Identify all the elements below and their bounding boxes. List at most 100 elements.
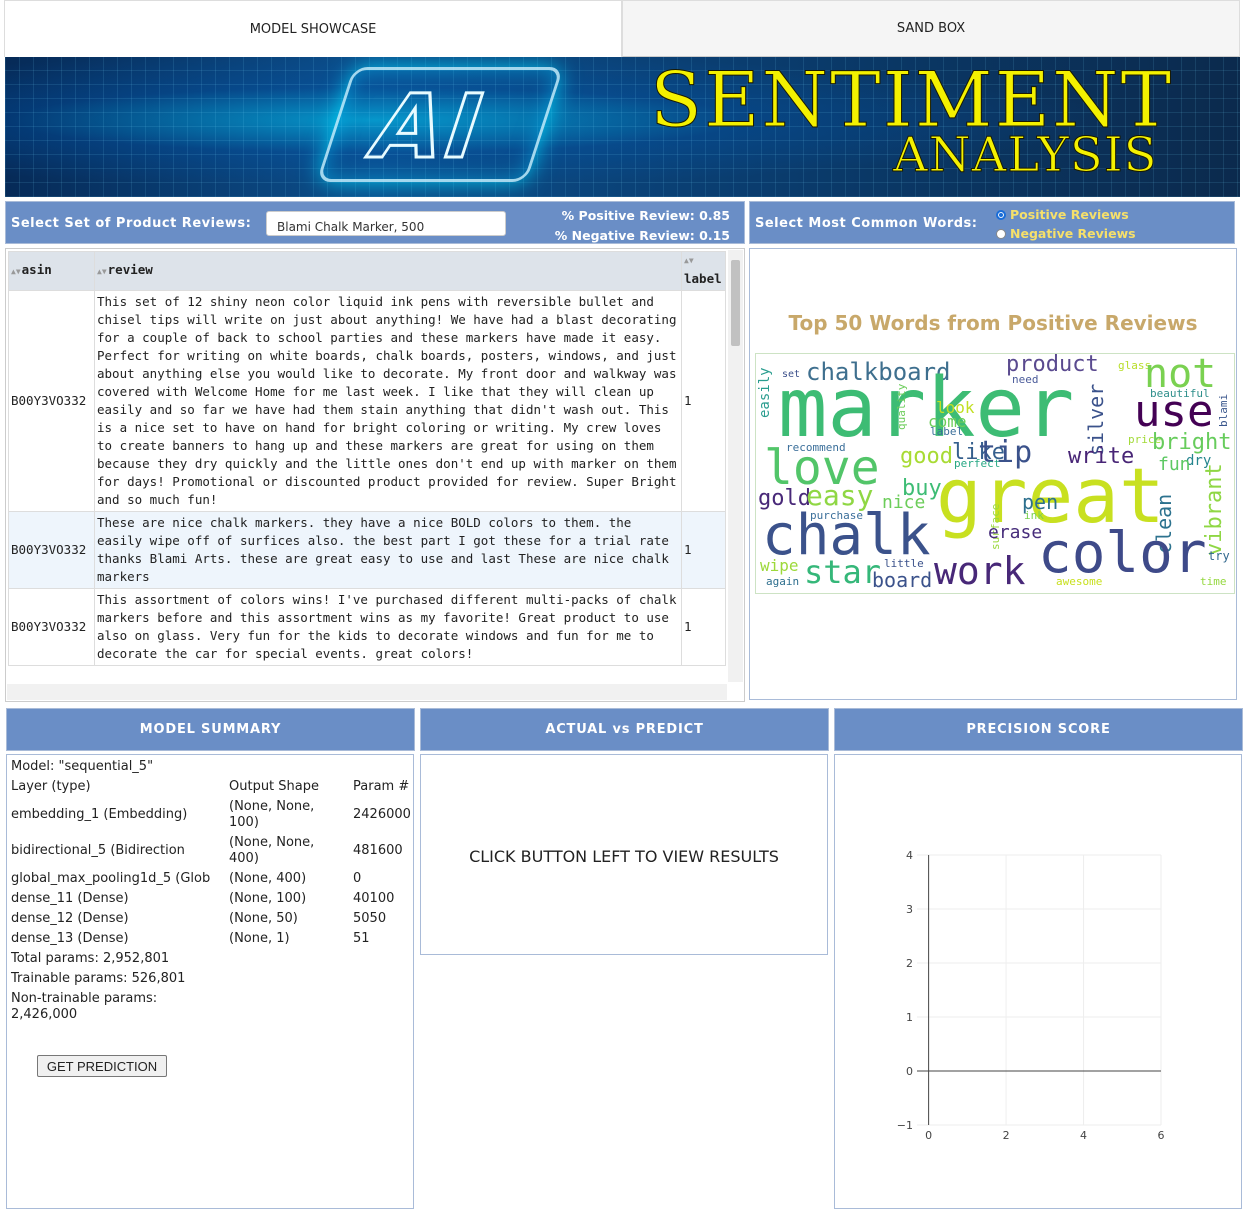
trainable-params: Trainable params: 526,801 [11, 971, 186, 986]
actual-vs-predict-panel: CLICK BUTTON LEFT TO VIEW RESULTS [420, 754, 828, 955]
words-control-bar: Select Most Common Words: Positive Revie… [749, 201, 1235, 244]
results-placeholder-message: CLICK BUTTON LEFT TO VIEW RESULTS [469, 847, 779, 866]
wordcloud-word: quality [895, 383, 908, 431]
wordcloud-word: board [872, 568, 933, 592]
cell-review: This set of 12 shiny neon color liquid i… [94, 290, 682, 512]
radio-positive-reviews[interactable]: Positive Reviews [996, 207, 1129, 222]
wordcloud-word: beautiful [1150, 387, 1210, 400]
layer-params: 40100 [353, 891, 395, 906]
reviews-dropdown[interactable]: Blami Chalk Marker, 500 [266, 211, 506, 236]
tab-sand-box[interactable]: SAND BOX [622, 0, 1240, 57]
model-summary-panel: Model: "sequential_5" Layer (type) Outpu… [6, 754, 414, 1209]
cell-review: This assortment of colors wins! I've pur… [94, 588, 682, 666]
wordcloud-word: try [1208, 549, 1230, 563]
wordcloud-word: time [1200, 575, 1227, 588]
wordcloud-title: Top 50 Words from Positive Reviews [788, 311, 1198, 335]
model-summary-header: MODEL SUMMARY [6, 708, 415, 751]
reviews-control-bar: Select Set of Product Reviews: Blami Cha… [5, 201, 745, 244]
positive-review-pct: % Positive Review: 0.85 [561, 208, 730, 223]
layer-name: global_max_pooling1d_5 (Glob [11, 871, 211, 886]
sort-icon: ▲▼ [11, 267, 21, 276]
column-header-label[interactable]: ▲▼ label [681, 251, 726, 291]
layer-shape: (None, 50) [229, 911, 298, 926]
tab-model-showcase[interactable]: MODEL SHOWCASE [4, 0, 622, 57]
cell-label: 1 [681, 588, 726, 666]
wordcloud-word: color [1038, 521, 1207, 586]
precision-plot[interactable]: −1 0 1 2 3 4 0 2 4 6 [835, 755, 1241, 1208]
wordcloud-panel: Top 50 Words from Positive Reviews set ch… [749, 248, 1237, 700]
table-row[interactable]: B00Y3VO332 This assortment of colors win… [8, 588, 726, 666]
table-row[interactable]: B00Y3VO332 This set of 12 shiny neon col… [8, 290, 726, 512]
sort-icon: ▲▼ [684, 256, 694, 265]
table-horizontal-scrollbar[interactable] [7, 684, 727, 700]
negative-review-pct: % Negative Review: 0.15 [554, 228, 730, 243]
banner-subtitle: ANALYSIS [893, 127, 1158, 184]
reviews-table: ▲▼asin ▲▼review ▲▼ label B00Y3VO332 This … [8, 251, 726, 666]
wordcloud-word: label [930, 425, 964, 438]
cell-asin: B00Y3VO332 [8, 588, 95, 666]
y-tick-label: −1 [897, 1119, 913, 1132]
x-tick-label: 6 [1158, 1129, 1165, 1142]
layer-name: dense_12 (Dense) [11, 911, 129, 926]
layer-shape: (None, 400) [229, 871, 307, 886]
model-name: Model: "sequential_5" [11, 759, 154, 774]
sort-icon: ▲▼ [97, 267, 107, 276]
x-tick-label: 0 [925, 1129, 932, 1142]
cell-asin: B00Y3VO332 [8, 511, 95, 589]
tab-bar: MODEL SHOWCASE SAND BOX [4, 0, 1240, 57]
cell-review: These are nice chalk markers. they have … [94, 511, 682, 589]
col-layer-type: Layer (type) [11, 779, 91, 794]
col-param: Param # [353, 779, 410, 794]
radio-unselected-icon [996, 228, 1006, 239]
layer-shape: (None, None, 400) [229, 835, 315, 866]
wordcloud-word: vibrant [1202, 463, 1227, 557]
layer-name: embedding_1 (Embedding) [11, 807, 188, 822]
layer-params: 481600 [353, 843, 403, 858]
cell-label: 1 [681, 511, 726, 589]
actual-vs-predict-header: ACTUAL vs PREDICT [420, 708, 829, 751]
col-output-shape: Output Shape [229, 779, 319, 794]
layer-name: dense_11 (Dense) [11, 891, 129, 906]
table-header-row: ▲▼asin ▲▼review ▲▼ label [8, 251, 726, 291]
cell-asin: B00Y3VO332 [8, 290, 95, 512]
radio-label: Positive Reviews [1010, 207, 1129, 222]
x-tick-label: 4 [1080, 1129, 1087, 1142]
reviews-table-container: ▲▼asin ▲▼review ▲▼ label B00Y3VO332 This … [5, 248, 745, 702]
x-tick-label: 2 [1003, 1129, 1010, 1142]
column-header-review[interactable]: ▲▼review [94, 251, 682, 291]
layer-params: 2426000 [353, 807, 411, 822]
wordcloud-word: ink [1024, 509, 1044, 522]
precision-score-header: PRECISION SCORE [834, 708, 1243, 751]
layer-shape: (None, 1) [229, 931, 290, 946]
wordcloud-image: set chalkboard product glass not need marker us… [755, 353, 1235, 594]
wordcloud-word: work [934, 549, 1026, 593]
radio-selected-icon [996, 209, 1006, 220]
y-tick-label: 4 [906, 849, 913, 862]
radio-label: Negative Reviews [1010, 226, 1136, 241]
layer-name: dense_13 (Dense) [11, 931, 129, 946]
column-header-asin[interactable]: ▲▼asin [8, 251, 95, 291]
y-tick-label: 2 [906, 957, 913, 970]
nontrainable-params: Non-trainable params: 2,426,000 [11, 991, 158, 1022]
layer-shape: (None, None, 100) [229, 799, 315, 830]
layer-params: 0 [353, 871, 362, 886]
table-vertical-scrollbar[interactable] [728, 250, 743, 682]
get-prediction-button[interactable]: GET PREDICTION [37, 1055, 167, 1077]
words-select-label: Select Most Common Words: [755, 216, 978, 231]
y-tick-label: 1 [906, 1011, 913, 1024]
layer-params: 51 [353, 931, 370, 946]
cell-label: 1 [681, 290, 726, 512]
reviews-select-label: Select Set of Product Reviews: [11, 216, 252, 231]
wordcloud-word: blami [1217, 393, 1230, 427]
precision-score-panel: −1 0 1 2 3 4 0 2 4 6 [834, 754, 1242, 1209]
wordcloud-word: star [804, 553, 882, 591]
layer-shape: (None, 100) [229, 891, 307, 906]
y-tick-label: 3 [906, 903, 913, 916]
wordcloud-word: wipe [760, 556, 799, 575]
total-params: Total params: 2,952,801 [11, 951, 170, 966]
wordcloud-word: awesome [1056, 575, 1103, 588]
layer-params: 5050 [353, 911, 387, 926]
table-row[interactable]: B00Y3VO332 These are nice chalk markers.… [8, 511, 726, 589]
radio-negative-reviews[interactable]: Negative Reviews [996, 226, 1136, 241]
wordcloud-word: again [766, 575, 800, 588]
